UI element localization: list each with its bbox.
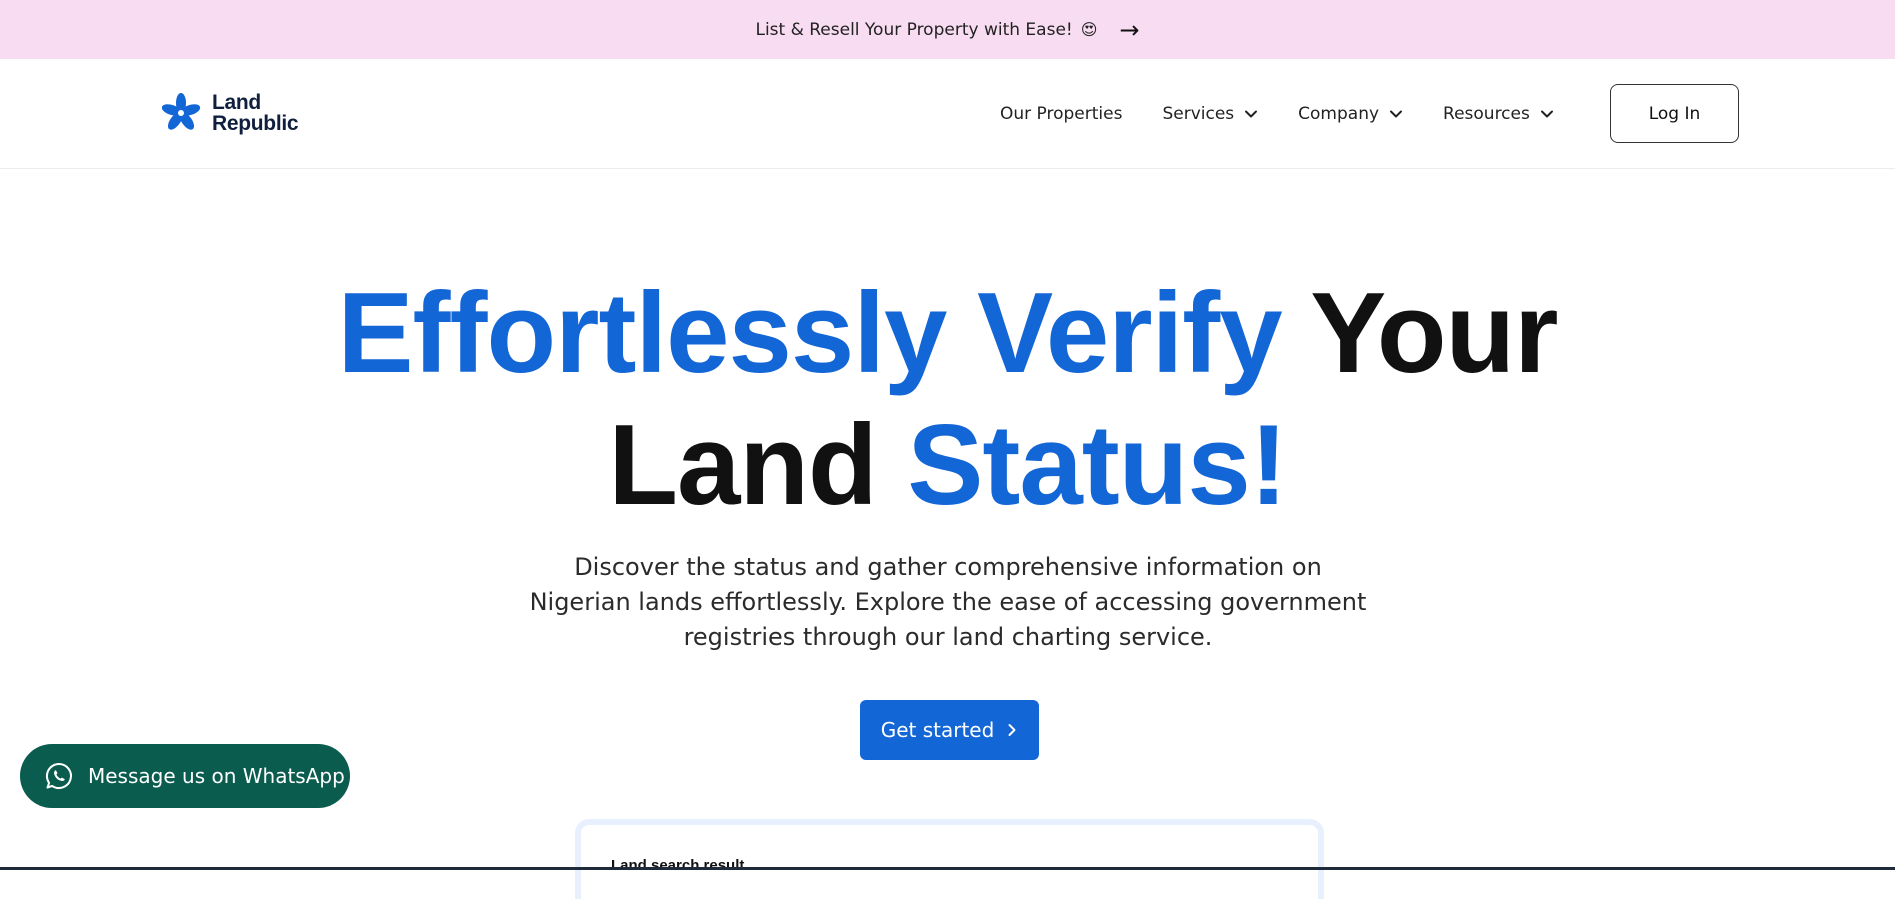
whatsapp-button[interactable]: Message us on WhatsApp [20, 744, 350, 808]
nav-item-label: Resources [1443, 104, 1530, 124]
hero-title-highlight: Status! [907, 402, 1287, 529]
chevron-right-icon [1008, 724, 1016, 736]
announcement-bar[interactable]: List & Resell Your Property with Ease! 😍… [0, 0, 1895, 59]
hero-title-text: Your [1310, 270, 1558, 397]
star-eyes-emoji-icon: 😍 [1080, 20, 1098, 39]
brand-name-line2: Republic [212, 112, 299, 135]
brand-logo-icon [161, 93, 201, 130]
announcement-text: List & Resell Your Property with Ease! [755, 19, 1073, 40]
nav-item-resources[interactable]: Resources [1443, 104, 1554, 124]
brand-name-line1: Land [212, 91, 261, 114]
hero-subtitle: Discover the status and gather comprehen… [529, 553, 1367, 651]
chevron-down-icon [1245, 110, 1258, 118]
brand-name: Land Republic [212, 91, 299, 135]
whatsapp-icon [45, 762, 72, 789]
nav-item-company[interactable]: Company [1298, 104, 1403, 124]
get-started-label: Get started [880, 718, 995, 742]
preview-card-title: Land search result [611, 857, 745, 874]
nav-item-label: Company [1298, 104, 1380, 124]
hero-title: Effortlessly Verify Your Land Status! [0, 268, 1895, 532]
land-search-preview-card: Land search result [575, 819, 1324, 899]
hero-title-line2: Land Status! [0, 400, 1895, 532]
nav-item-label: Our Properties [1000, 104, 1123, 124]
chevron-down-icon [1540, 110, 1553, 118]
login-button[interactable]: Log In [1610, 84, 1739, 143]
nav-links: Our Properties Services Company Resource… [1000, 59, 1594, 169]
hero-title-line1: Effortlessly Verify Your [0, 268, 1895, 400]
main-navbar: Land Republic Our Properties Services Co… [0, 59, 1895, 169]
whatsapp-label: Message us on WhatsApp [88, 764, 345, 788]
nav-item-our-properties[interactable]: Our Properties [1000, 104, 1122, 124]
hero-title-text: Land [608, 402, 877, 529]
chevron-down-icon [1390, 110, 1403, 118]
arrow-right-icon[interactable]: → [1119, 18, 1139, 42]
nav-item-services[interactable]: Services [1162, 104, 1258, 124]
brand-logo[interactable]: Land Republic [160, 90, 299, 136]
hero-title-highlight: Effortlessly Verify [337, 270, 1283, 397]
get-started-button[interactable]: Get started [860, 700, 1039, 760]
nav-item-label: Services [1162, 104, 1235, 124]
